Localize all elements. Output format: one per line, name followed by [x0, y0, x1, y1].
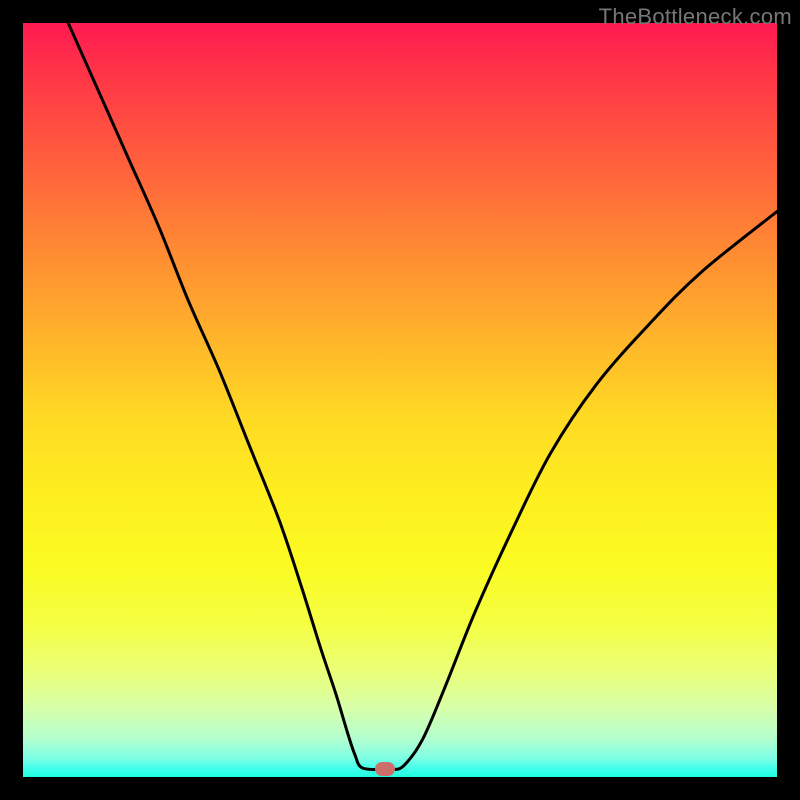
minimum-marker	[375, 762, 395, 776]
chart-frame	[23, 23, 777, 777]
watermark-text: TheBottleneck.com	[599, 4, 792, 30]
bottleneck-curve	[23, 23, 777, 777]
